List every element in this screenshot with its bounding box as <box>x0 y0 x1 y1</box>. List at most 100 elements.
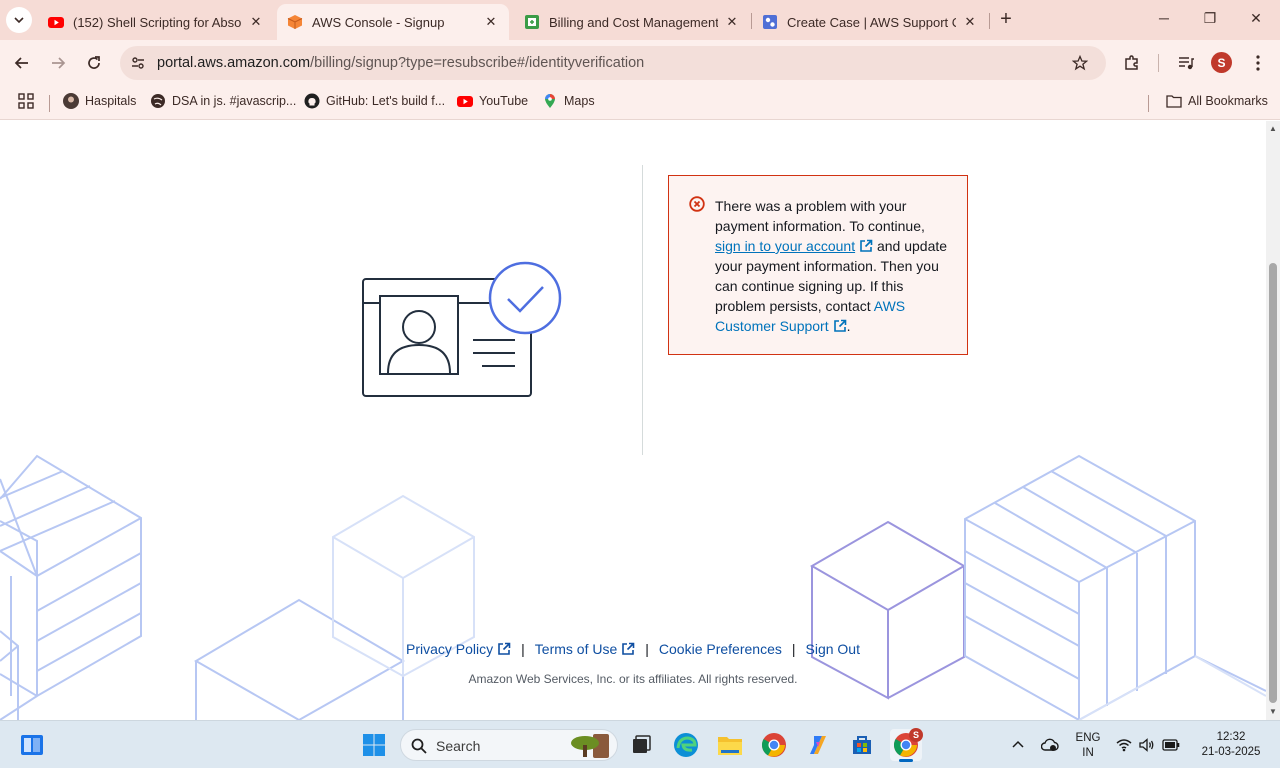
bookmark-github[interactable]: GitHub: Let's build f... <box>304 93 445 109</box>
address-bar[interactable]: portal.aws.amazon.com/billing/signup?typ… <box>120 46 1106 80</box>
widgets-button[interactable] <box>16 729 48 761</box>
bookmark-label: GitHub: Let's build f... <box>326 94 446 108</box>
cloud-sync-icon <box>1041 738 1059 751</box>
page-scrollbar[interactable]: ▲ ▼ <box>1266 121 1280 720</box>
billing-icon <box>525 15 539 29</box>
site-info-icon[interactable] <box>130 55 146 71</box>
sign-in-link[interactable]: sign in to your account <box>715 238 873 254</box>
puzzle-icon <box>1125 55 1138 70</box>
show-hidden-icons-button[interactable] <box>1002 729 1034 761</box>
store-icon <box>853 736 871 754</box>
tab-title: AWS Console - Signup <box>312 14 445 30</box>
close-icon[interactable]: ✕ <box>724 14 740 30</box>
chevron-down-icon <box>14 17 24 24</box>
chevron-up-icon <box>1012 740 1024 748</box>
terms-of-use-label: Terms of Use <box>534 641 618 657</box>
privacy-policy-link[interactable]: Privacy Policy <box>406 641 511 657</box>
url-path: /billing/signup?type=resubscribe#/identi… <box>310 55 645 71</box>
bookmark-label: DSA in js. #javascrip... <box>172 94 297 108</box>
back-button[interactable] <box>10 51 34 75</box>
kebab-menu-icon <box>1256 55 1260 71</box>
github-icon <box>304 93 320 109</box>
maps-pin-icon <box>542 93 558 109</box>
quick-settings-button[interactable] <box>1112 729 1184 761</box>
edge-button[interactable] <box>670 729 702 761</box>
footer-separator: | <box>521 641 525 657</box>
url-text: portal.aws.amazon.com/billing/signup?typ… <box>157 55 644 71</box>
network-tray-button[interactable] <box>1034 729 1066 761</box>
scroll-thumb[interactable] <box>1269 263 1277 703</box>
tab-title: Billing and Cost Management | <box>549 14 718 30</box>
bookmark-youtube[interactable]: YouTube <box>457 93 528 109</box>
speaker-icon <box>1139 738 1154 752</box>
language-indicator[interactable]: ENG IN <box>1068 731 1108 761</box>
sign-in-link-label: sign in to your account <box>715 238 856 254</box>
clock-time: 12:32 <box>1216 731 1246 743</box>
all-bookmarks-label: All Bookmarks <box>1188 94 1268 108</box>
bookmarks-bar: Haspitals DSA in js. #javascrip... GitHu… <box>0 86 1280 120</box>
bookmark-dsa[interactable]: DSA in js. #javascrip... <box>150 93 296 109</box>
external-link-icon <box>498 642 511 655</box>
tab-billing[interactable]: Billing and Cost Management | ✕ <box>514 4 750 40</box>
file-explorer-button[interactable] <box>714 729 746 761</box>
close-icon[interactable]: ✕ <box>962 14 978 30</box>
forward-button[interactable] <box>46 51 70 75</box>
terms-of-use-link[interactable]: Terms of Use <box>535 641 635 657</box>
scroll-up-icon[interactable]: ▲ <box>1268 124 1278 133</box>
window-close-icon[interactable]: ✕ <box>1246 10 1266 27</box>
active-indicator <box>899 759 913 762</box>
bookmark-maps[interactable]: Maps <box>542 93 595 109</box>
copyright-text: Amazon Web Services, Inc. or its affilia… <box>468 672 798 686</box>
bookmark-label: Maps <box>564 94 595 108</box>
bookmarks-divider <box>1148 95 1149 112</box>
apps-button[interactable] <box>18 93 34 109</box>
close-icon[interactable]: ✕ <box>248 14 264 30</box>
start-button[interactable] <box>358 729 390 761</box>
tab-title: Create Case | AWS Support Con <box>787 14 956 30</box>
tab-youtube[interactable]: (152) Shell Scripting for Absolu ✕ <box>38 4 274 40</box>
new-tab-button[interactable]: + <box>996 9 1016 30</box>
star-icon[interactable] <box>1072 55 1088 71</box>
media-controls-button[interactable] <box>1174 51 1198 75</box>
extensions-button[interactable] <box>1120 51 1144 75</box>
apps-grid-icon <box>18 93 34 109</box>
isometric-boxes-background <box>0 454 1266 720</box>
sign-out-link[interactable]: Sign Out <box>806 641 860 657</box>
close-icon[interactable]: ✕ <box>483 14 499 30</box>
task-view-button[interactable] <box>625 729 657 761</box>
search-label: Search <box>436 738 481 754</box>
clock[interactable]: 12:32 21-03-2025 <box>1190 730 1272 760</box>
restore-icon[interactable]: ❐ <box>1200 10 1220 27</box>
tab-create-case[interactable]: Create Case | AWS Support Con ✕ <box>752 4 988 40</box>
external-link-icon <box>860 239 873 252</box>
chrome-active-button[interactable]: S <box>890 728 923 762</box>
search-highlight-tree-icon <box>571 734 609 758</box>
taskbar-search[interactable]: Search <box>400 729 618 761</box>
cookie-preferences-link[interactable]: Cookie Preferences <box>659 641 782 657</box>
scroll-down-icon[interactable]: ▼ <box>1268 707 1278 716</box>
chrome-taskbar-button[interactable] <box>758 729 790 761</box>
minimize-icon[interactable]: ─ <box>1154 10 1174 26</box>
region-code: IN <box>1082 747 1094 759</box>
reload-icon <box>88 56 100 69</box>
identity-card-illustration <box>362 261 562 397</box>
youtube-icon <box>457 93 473 109</box>
copilot-button[interactable] <box>802 729 834 761</box>
bookmark-haspitals[interactable]: Haspitals <box>63 93 136 109</box>
alert-message: There was a problem with your payment in… <box>715 196 951 336</box>
chrome-menu-button[interactable] <box>1246 51 1270 75</box>
all-bookmarks-button[interactable]: All Bookmarks <box>1166 93 1268 109</box>
edge-icon <box>674 733 698 757</box>
tab-aws-signup[interactable]: AWS Console - Signup ✕ <box>277 4 509 40</box>
bookmark-label: Haspitals <box>85 94 137 108</box>
url-host: portal.aws.amazon.com <box>157 55 311 71</box>
tab-search-button[interactable] <box>6 7 32 33</box>
reload-button[interactable] <box>82 51 106 75</box>
browser-toolbar: portal.aws.amazon.com/billing/signup?typ… <box>0 40 1280 86</box>
support-icon <box>763 15 777 29</box>
language-code: ENG <box>1075 732 1101 744</box>
chrome-icon <box>761 733 786 757</box>
profile-avatar[interactable]: S <box>1211 52 1232 73</box>
store-button[interactable] <box>846 729 878 761</box>
media-queue-icon <box>1179 57 1194 70</box>
